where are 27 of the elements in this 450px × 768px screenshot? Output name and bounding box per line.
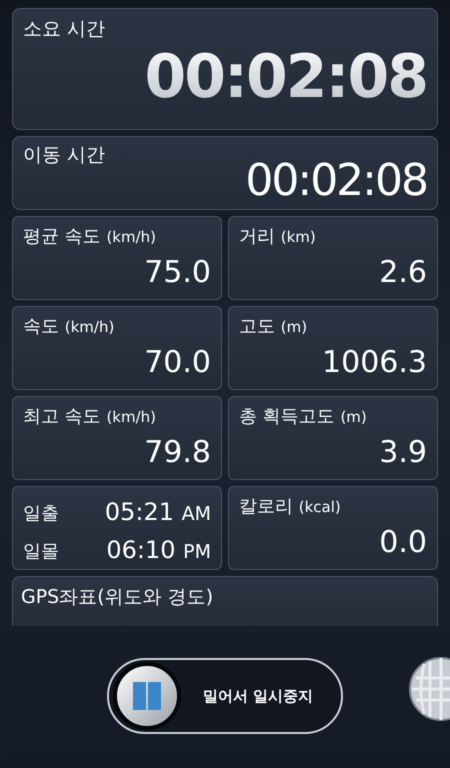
stat-value: 79.8 [144, 434, 211, 472]
moving-time-value: 00:02:08 [245, 154, 427, 208]
globe-icon[interactable] [408, 656, 450, 722]
card-label: 소요 시간 [23, 17, 106, 41]
pause-icon [132, 681, 162, 711]
sun-time: 06:10 PM [106, 535, 211, 566]
stat-label: 속도 (km/h) [23, 315, 114, 339]
stat-label: 고도 (m) [239, 315, 308, 339]
stat-label: 칼로리 (kcal) [239, 495, 341, 519]
stat-label: 최고 속도 (km/h) [23, 405, 156, 429]
stat-value: 2.6 [379, 254, 427, 292]
stat-value: 0.0 [379, 524, 427, 562]
sun-label: 일출 [23, 502, 59, 526]
stat-value: 75.0 [144, 254, 211, 292]
sun-label: 일몰 [23, 540, 59, 564]
stat-label: 거리 (km) [239, 225, 316, 249]
stat-value: 3.9 [379, 434, 427, 472]
slider-label: 밀어서 일시중지 [203, 686, 314, 707]
sun-time: 05:21 AM [104, 497, 211, 528]
pause-handle[interactable] [113, 662, 181, 730]
stat-label: 총 획득고도 (m) [239, 405, 367, 429]
stat-value: 1006.3 [322, 344, 427, 382]
card-label: 이동 시간 [23, 143, 106, 167]
stat-label: 평균 속도 (km/h) [23, 225, 156, 249]
gps-label: GPS좌표(위도와 경도) [21, 585, 214, 609]
stat-value: 70.0 [144, 344, 211, 382]
slide-to-pause-slider[interactable]: 밀어서 일시중지 [107, 658, 343, 734]
